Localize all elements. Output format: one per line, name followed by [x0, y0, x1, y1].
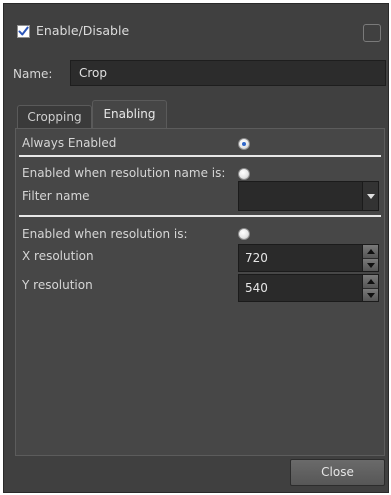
tab-cropping[interactable]: Cropping	[17, 105, 92, 129]
res-name-radio[interactable]	[238, 168, 250, 180]
toggle-box[interactable]	[363, 24, 381, 42]
filter-name-label: Filter name	[22, 189, 90, 203]
always-enabled-radio[interactable]	[238, 138, 250, 150]
spin-up-button[interactable]	[363, 245, 378, 258]
always-enabled-label: Always Enabled	[22, 136, 117, 150]
spin-up-button[interactable]	[363, 275, 378, 288]
y-res-field[interactable]: 540	[238, 274, 379, 302]
separator	[19, 215, 381, 217]
res-name-label: Enabled when resolution name is:	[22, 166, 226, 180]
res-radio[interactable]	[238, 228, 250, 240]
dropdown-arrow[interactable]	[362, 182, 378, 210]
enable-checkbox[interactable]	[17, 25, 30, 38]
chevron-down-icon	[366, 193, 375, 199]
x-res-stepper[interactable]	[362, 245, 378, 271]
name-label: Name:	[13, 67, 53, 81]
spin-down-button[interactable]	[363, 288, 378, 301]
enable-label: Enable/Disable	[36, 23, 130, 38]
separator	[19, 155, 381, 157]
arrow-down-icon	[366, 292, 375, 298]
y-res-stepper[interactable]	[362, 275, 378, 301]
name-field[interactable]: Crop	[70, 60, 386, 86]
x-res-value[interactable]: 720	[239, 245, 362, 271]
arrow-down-icon	[366, 262, 375, 268]
res-label: Enabled when resolution is:	[22, 227, 188, 241]
x-res-field[interactable]: 720	[238, 244, 379, 272]
checkmark-icon	[18, 26, 29, 36]
close-button[interactable]: Close	[290, 459, 385, 486]
filter-name-value	[239, 182, 362, 210]
x-res-label: X resolution	[22, 249, 94, 263]
filter-name-dropdown[interactable]	[238, 181, 379, 211]
spin-down-button[interactable]	[363, 258, 378, 271]
arrow-up-icon	[366, 249, 375, 254]
y-res-value[interactable]: 540	[239, 275, 362, 301]
tab-enabling[interactable]: Enabling	[92, 100, 167, 130]
arrow-up-icon	[366, 279, 375, 284]
dialog-window: Enable/Disable Name: Crop Cropping Enabl…	[3, 3, 389, 493]
y-res-label: Y resolution	[22, 278, 93, 292]
